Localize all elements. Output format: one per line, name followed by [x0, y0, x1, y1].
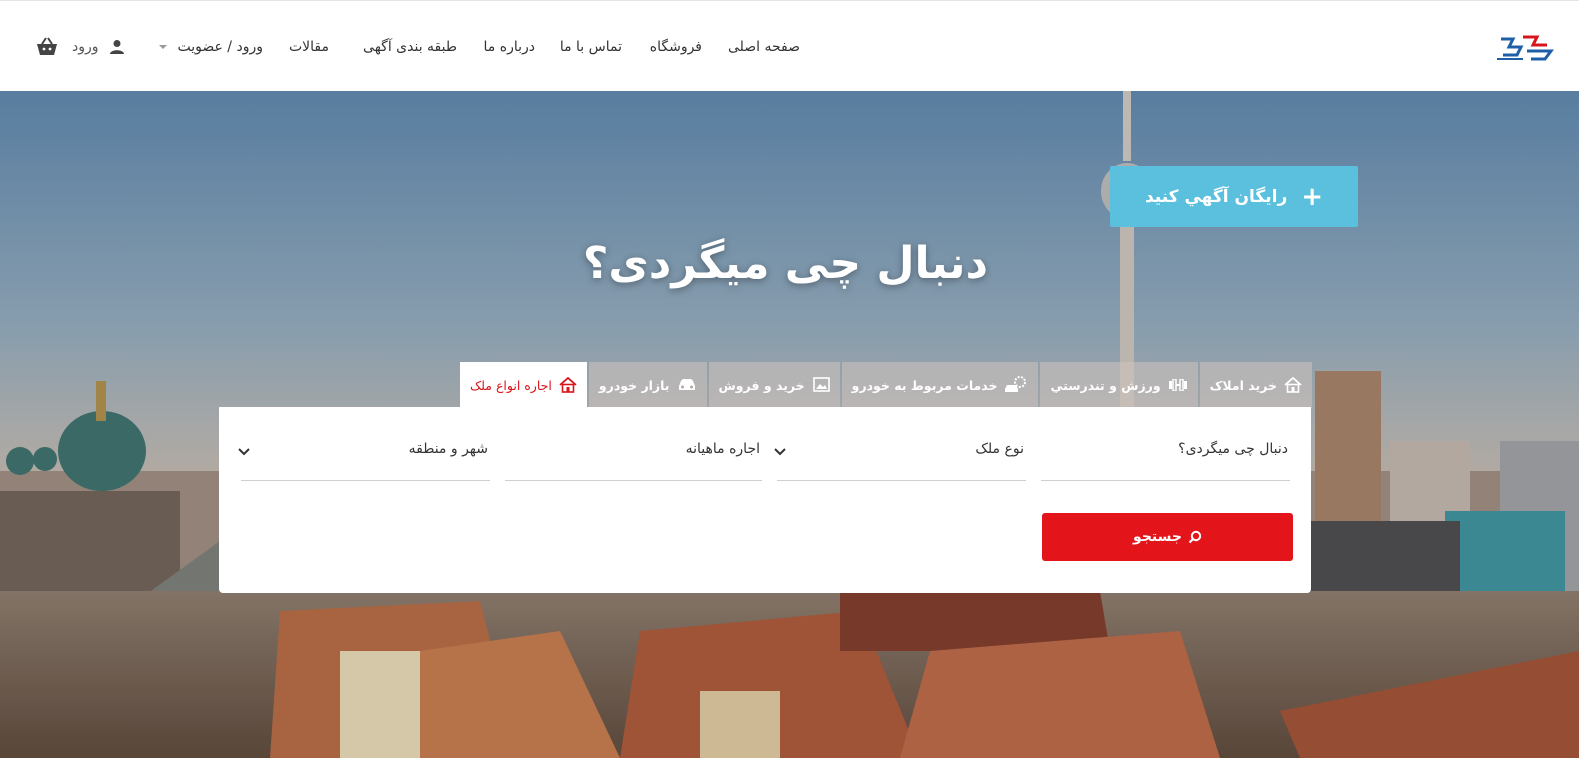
property-type-select[interactable]: نوع ملک — [774, 431, 1026, 481]
tab-rent-property[interactable]: اجاره انواع ملک — [459, 362, 587, 408]
caret-down-icon — [159, 45, 168, 49]
hero-title: دنبال چی میگردی؟ — [0, 238, 1579, 289]
tab-car-services[interactable]: خدمات مربوط به خودرو — [841, 362, 1039, 408]
post-free-ad-label: رايگان آگهي کنيد — [1144, 186, 1288, 207]
rent-type-select[interactable]: اجاره ماهیانه — [505, 431, 762, 481]
nav-shop[interactable]: فروشگاه — [650, 39, 702, 55]
site-logo[interactable] — [1493, 31, 1555, 65]
plus-icon: + — [1301, 181, 1324, 212]
house-icon — [1284, 377, 1302, 393]
chevron-down-icon — [774, 448, 786, 456]
hero-section: + رايگان آگهي کنيد دنبال چی میگردی؟ اجار… — [0, 91, 1579, 758]
tab-label: خرید املاک — [1209, 377, 1277, 393]
location-value: شهر و منطقه — [408, 441, 488, 457]
nav-account-dropdown[interactable]: ورود / عضویت — [159, 39, 263, 55]
keyword-placeholder: دنبال چی میگردی؟ — [1178, 441, 1288, 457]
tab-label: خدمات مربوط به خودرو — [851, 377, 998, 393]
dumbbell-icon — [1168, 379, 1187, 391]
tab-buy-sell[interactable]: خرید و فروش — [708, 362, 840, 408]
tab-buy-property[interactable]: خرید املاک — [1199, 362, 1312, 408]
keyword-input[interactable]: دنبال چی میگردی؟ — [1041, 431, 1290, 481]
tab-sports-fitness[interactable]: ورزش و تندرستي — [1040, 362, 1198, 408]
tab-label: خرید و فروش — [718, 377, 805, 393]
tab-car-market[interactable]: بازار خودرو — [588, 362, 707, 408]
picture-icon — [812, 377, 830, 392]
hero-title-text: دنبال چی میگردی؟ — [582, 238, 989, 289]
search-button[interactable]: جستجو — [1042, 513, 1293, 561]
category-tabs: اجاره انواع ملک بازار خودرو خرید و فروش … — [458, 362, 1312, 408]
tab-label: بازار خودرو — [598, 377, 670, 393]
basket-icon[interactable] — [36, 37, 58, 57]
car-icon — [678, 379, 695, 390]
search-icon — [1188, 530, 1202, 544]
rent-type-value: اجاره ماهیانه — [685, 441, 760, 457]
post-free-ad-button[interactable]: + رايگان آگهي کنيد — [1110, 166, 1358, 227]
search-panel: دنبال چی میگردی؟ نوع ملک اجاره ماهیانه ش… — [219, 407, 1311, 593]
site-header: صفحه اصلی فروشگاه تماس با ما درباره ما ط… — [0, 0, 1579, 91]
nav-articles[interactable]: مقالات — [289, 39, 329, 55]
login-link[interactable]: ورود — [72, 39, 125, 55]
search-button-label: جستجو — [1133, 529, 1182, 545]
user-icon — [109, 40, 124, 54]
nav-about[interactable]: درباره ما — [484, 39, 535, 55]
nav-account-label: ورود / عضویت — [177, 39, 263, 55]
property-type-value: نوع ملک — [975, 441, 1024, 457]
tab-label: اجاره انواع ملک — [469, 377, 552, 393]
location-select[interactable]: شهر و منطقه — [238, 431, 490, 481]
chevron-down-icon — [238, 448, 250, 456]
nav-home[interactable]: صفحه اصلی — [728, 39, 800, 55]
nav-categories[interactable]: طبقه بندی آگهی — [363, 39, 457, 55]
tab-label: ورزش و تندرستي — [1050, 377, 1161, 393]
login-label: ورود — [72, 39, 99, 55]
car-service-icon — [1005, 376, 1027, 392]
house-icon — [559, 377, 577, 393]
nav-contact[interactable]: تماس با ما — [560, 39, 622, 55]
